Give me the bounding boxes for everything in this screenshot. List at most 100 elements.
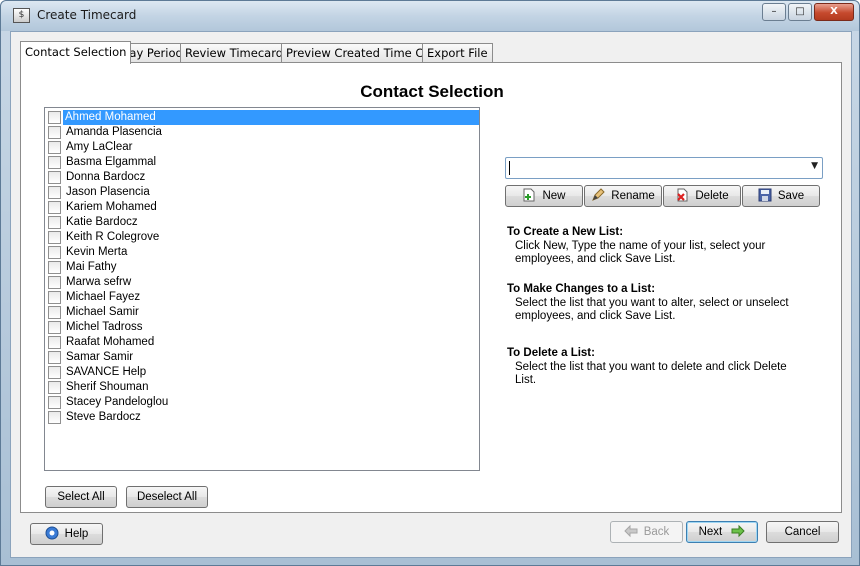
contact-checkbox[interactable] <box>48 321 61 334</box>
minimize-button[interactable]: – <box>762 3 786 21</box>
contact-item[interactable]: Michel Tadross <box>46 320 478 335</box>
arrow-right-icon <box>731 524 746 538</box>
contact-checkbox[interactable] <box>48 306 61 319</box>
contact-name: Donna Bardocz <box>66 171 146 183</box>
saved-list-dropdown[interactable]: ▼ <box>505 157 823 179</box>
page-title: Contact Selection <box>360 82 504 101</box>
chevron-down-icon[interactable]: ▼ <box>811 161 818 171</box>
contact-item[interactable]: SAVANCE Help <box>46 365 478 380</box>
contact-item[interactable]: Samar Samir <box>46 350 478 365</box>
help-icon <box>45 526 59 540</box>
contact-name: Michel Tadross <box>66 321 143 333</box>
contact-name: Michael Fayez <box>66 291 141 303</box>
contact-checkbox[interactable] <box>48 411 61 424</box>
contact-name: Amanda Plasencia <box>66 126 162 138</box>
floppy-disk-icon <box>758 188 772 202</box>
contact-checkbox[interactable] <box>48 396 61 409</box>
deselect-all-button[interactable]: Deselect All <box>126 486 208 508</box>
contact-checkbox[interactable] <box>48 216 61 229</box>
next-button[interactable]: Next <box>686 521 758 543</box>
contact-checkbox[interactable] <box>48 186 61 199</box>
contact-item[interactable]: Marwa sefrw <box>46 275 478 290</box>
instruction-body: Select the list that you want to alter, … <box>515 297 789 322</box>
contact-name: Samar Samir <box>66 351 134 363</box>
maximize-button[interactable]: □ <box>788 3 812 21</box>
contact-checkbox[interactable] <box>48 126 61 139</box>
contact-item[interactable]: Ahmed Mohamed <box>46 110 479 125</box>
contact-name: Mai Fathy <box>66 261 117 273</box>
delete-icon <box>677 188 688 202</box>
contact-name: Basma Elgammal <box>66 156 157 168</box>
contact-item[interactable]: Michael Samir <box>46 305 478 320</box>
contact-name: Raafat Mohamed <box>66 336 155 348</box>
create-timecard-window: $ Create Timecard – □ X Contact Selectio… <box>0 0 860 566</box>
contact-selection-panel: Contact Selection Ahmed Mohamed Amanda P… <box>20 62 842 513</box>
contact-checkbox[interactable] <box>48 381 61 394</box>
contact-checkbox[interactable] <box>48 171 61 184</box>
contact-item[interactable]: Sherif Shouman <box>46 380 478 395</box>
cancel-button[interactable]: Cancel <box>766 521 839 543</box>
contact-name: Keith R Colegrove <box>66 231 160 243</box>
contact-checkbox[interactable] <box>48 231 61 244</box>
contact-checkbox[interactable] <box>48 276 61 289</box>
delete-list-instructions: To Delete a List: Select the list that y… <box>507 347 790 387</box>
contact-item[interactable]: Amy LaClear <box>46 140 478 155</box>
contact-item[interactable]: Mai Fathy <box>46 260 478 275</box>
title-bar[interactable]: $ Create Timecard – □ X <box>1 1 859 31</box>
instruction-heading: To Delete a List: <box>507 347 595 359</box>
instruction-body: Select the list that you want to delete … <box>515 361 787 386</box>
next-label: Next <box>698 526 723 538</box>
contact-item[interactable]: Raafat Mohamed <box>46 335 478 350</box>
new-list-button[interactable]: New <box>505 185 583 207</box>
back-label: Back <box>643 526 670 538</box>
save-list-button[interactable]: Save <box>742 185 820 207</box>
contact-checkbox[interactable] <box>48 291 61 304</box>
back-button[interactable]: Back <box>610 521 683 543</box>
app-icon[interactable]: $ <box>13 8 30 23</box>
new-document-icon <box>523 188 535 202</box>
contact-name: Kariem Mohamed <box>66 201 157 213</box>
contact-item[interactable]: Kariem Mohamed <box>46 200 478 215</box>
tab-contact-selection[interactable]: Contact Selection <box>20 41 132 64</box>
contact-checkbox[interactable] <box>48 351 61 364</box>
contact-item[interactable]: Michael Fayez <box>46 290 478 305</box>
new-list-label: New <box>542 190 566 202</box>
window-title: Create Timecard <box>37 8 137 22</box>
save-list-label: Save <box>777 190 805 202</box>
contact-checkbox[interactable] <box>48 366 61 379</box>
help-button[interactable]: Help <box>30 523 103 545</box>
tab-export-file[interactable]: Export File <box>422 43 493 63</box>
contact-item[interactable]: Steve Bardocz <box>46 410 478 425</box>
contact-name: Kevin Merta <box>66 246 128 258</box>
contact-name: Steve Bardocz <box>66 411 141 423</box>
contact-checklist[interactable]: Ahmed Mohamed Amanda Plasencia Amy LaCle… <box>44 107 480 471</box>
delete-list-label: Delete <box>695 190 729 202</box>
contact-checkbox[interactable] <box>48 201 61 214</box>
close-button[interactable]: X <box>814 3 854 21</box>
contact-item[interactable]: Amanda Plasencia <box>46 125 478 140</box>
contact-name: Marwa sefrw <box>66 276 132 288</box>
contact-item[interactable]: Katie Bardocz <box>46 215 478 230</box>
contact-item[interactable]: Jason Plasencia <box>46 185 478 200</box>
instruction-body: Click New, Type the name of your list, s… <box>515 240 766 265</box>
rename-list-label: Rename <box>611 190 655 202</box>
select-all-button[interactable]: Select All <box>45 486 117 508</box>
contact-checkbox[interactable] <box>48 111 61 124</box>
dialog-client-area: Contact Selection Pay Period Review Time… <box>10 31 852 558</box>
contact-item[interactable]: Donna Bardocz <box>46 170 478 185</box>
rename-list-button[interactable]: Rename <box>584 185 662 207</box>
contact-checkbox[interactable] <box>48 246 61 259</box>
pencil-icon <box>592 188 605 201</box>
contact-item[interactable]: Stacey Pandeloglou <box>46 395 478 410</box>
delete-list-button[interactable]: Delete <box>663 185 741 207</box>
contact-item[interactable]: Basma Elgammal <box>46 155 478 170</box>
contact-item[interactable]: Kevin Merta <box>46 245 478 260</box>
contact-checkbox[interactable] <box>48 261 61 274</box>
contact-checkbox[interactable] <box>48 156 61 169</box>
tab-review-timecards[interactable]: Review Timecards <box>180 43 295 63</box>
contact-name: Michael Samir <box>66 306 139 318</box>
contact-item[interactable]: Keith R Colegrove <box>46 230 478 245</box>
contact-checkbox[interactable] <box>48 141 61 154</box>
contact-name: Ahmed Mohamed <box>63 110 479 125</box>
contact-checkbox[interactable] <box>48 336 61 349</box>
